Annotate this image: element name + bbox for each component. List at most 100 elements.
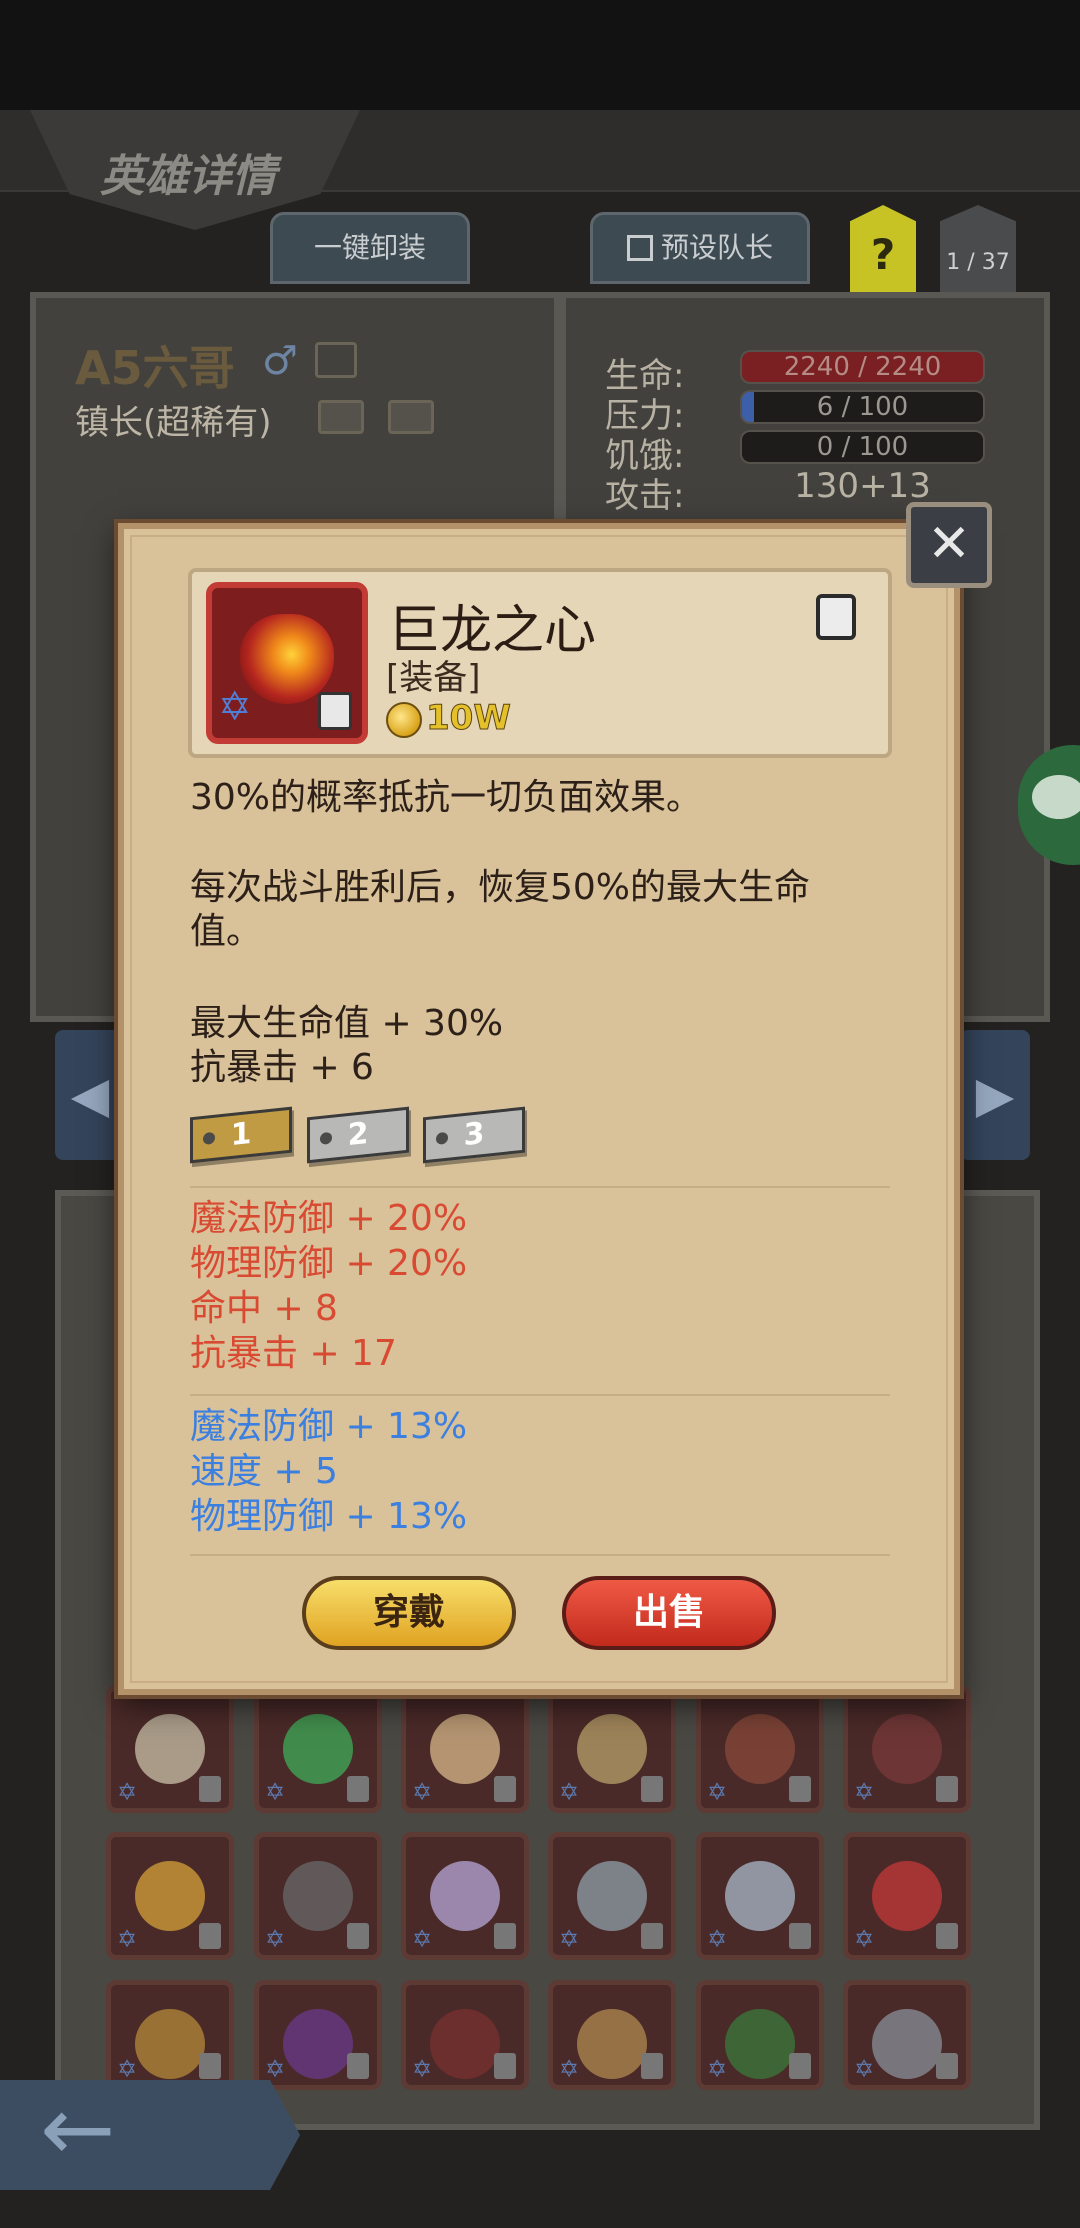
coin-icon bbox=[386, 702, 422, 738]
page-indicator: 1 / 37 bbox=[940, 205, 1016, 295]
back-arrow-icon[interactable]: ← bbox=[0, 2080, 300, 2190]
lock-badge-icon bbox=[494, 1776, 516, 1802]
divider bbox=[190, 1186, 890, 1188]
star-badge-icon: ✡ bbox=[412, 1925, 433, 1953]
inventory-slot[interactable]: ✡ bbox=[106, 1685, 234, 1813]
winged-helm-icon bbox=[135, 1714, 205, 1784]
item-price: 10W bbox=[426, 698, 512, 739]
preset-leader-toggle[interactable]: 预设队长 bbox=[590, 212, 810, 284]
lock-badge-icon bbox=[641, 2053, 663, 2079]
inventory-slot[interactable]: ✡ bbox=[548, 1832, 676, 1960]
attack-value: 130+13 bbox=[794, 466, 931, 506]
star-badge-icon: ✡ bbox=[218, 684, 252, 730]
crown-icon bbox=[577, 1861, 647, 1931]
item-effect-2-cont: 值。 bbox=[190, 911, 263, 952]
inventory-slot[interactable]: ✡ bbox=[696, 1685, 824, 1813]
axe-icon bbox=[872, 1714, 942, 1784]
pressure-bar: 6 / 100 bbox=[740, 390, 985, 424]
edit-name-icon[interactable] bbox=[315, 342, 357, 378]
trait-icon[interactable] bbox=[318, 400, 364, 434]
status-bar bbox=[0, 0, 1080, 110]
blue-stat: 魔法防御 + 13% bbox=[190, 1406, 468, 1447]
red-stat: 物理防御 + 20% bbox=[190, 1243, 468, 1284]
inventory-slot[interactable]: ✡ bbox=[548, 1980, 676, 2090]
male-icon: ♂ bbox=[262, 338, 298, 384]
inventory-slot[interactable]: ✡ bbox=[548, 1685, 676, 1813]
inventory-slot[interactable]: ✡ bbox=[254, 1832, 382, 1960]
prev-hero-arrow-icon[interactable]: ◀ bbox=[55, 1030, 125, 1160]
inventory-slot[interactable]: ✡ bbox=[254, 1685, 382, 1813]
item-effect-2: 每次战斗胜利后，恢复50%的最大生命 bbox=[190, 867, 811, 908]
crystal-cluster-icon bbox=[430, 1861, 500, 1931]
inventory-slot[interactable]: ✡ bbox=[106, 1980, 234, 2090]
wizard-hat-icon bbox=[283, 2009, 353, 2079]
star-badge-icon: ✡ bbox=[559, 1925, 580, 1953]
inventory-slot[interactable]: ✡ bbox=[843, 1685, 971, 1813]
star-badge-icon: ✡ bbox=[412, 2055, 433, 2083]
lock-badge-icon bbox=[347, 1923, 369, 1949]
red-stat: 魔法防御 + 20% bbox=[190, 1198, 468, 1239]
next-hero-arrow-icon[interactable]: ▶ bbox=[960, 1030, 1030, 1160]
inventory-slot[interactable]: ✡ bbox=[696, 1980, 824, 2090]
spiked-armor-icon bbox=[283, 1861, 353, 1931]
belt-icon bbox=[430, 2009, 500, 2079]
eye-ring-icon bbox=[577, 2009, 647, 2079]
lock-badge-icon bbox=[936, 1776, 958, 1802]
base-stat: 最大生命值 + 30% bbox=[190, 1003, 504, 1044]
help-button[interactable]: ? bbox=[850, 205, 916, 295]
dragon-heart-icon: ✡ bbox=[206, 582, 368, 744]
sell-button[interactable]: 出售 bbox=[562, 1576, 776, 1650]
inventory-slot[interactable]: ✡ bbox=[106, 1832, 234, 1960]
inventory-slot[interactable]: ✡ bbox=[401, 1832, 529, 1960]
hero-class: 镇长(超稀有) bbox=[75, 403, 272, 443]
item-effect-1: 30%的概率抵抗一切负面效果。 bbox=[190, 777, 703, 818]
attack-label: 攻击: bbox=[605, 476, 685, 516]
red-stat: 命中 + 8 bbox=[190, 1288, 338, 1329]
star-badge-icon: ✡ bbox=[854, 1925, 875, 1953]
page-title: 英雄详情 bbox=[100, 151, 276, 202]
unequip-all-button[interactable]: 一键卸装 bbox=[270, 212, 470, 284]
inventory-slot[interactable]: ✡ bbox=[843, 1980, 971, 2090]
hero-name: A5六哥 bbox=[75, 341, 235, 395]
lock-badge-icon bbox=[494, 1923, 516, 1949]
dark-helmet-icon bbox=[725, 1714, 795, 1784]
star-badge-icon: ✡ bbox=[117, 1778, 138, 1806]
red-stat: 抗暴击 + 17 bbox=[190, 1333, 397, 1374]
inventory-slot[interactable]: ✡ bbox=[401, 1980, 529, 2090]
preset-leader-label: 预设队长 bbox=[660, 231, 773, 264]
lock-badge-icon bbox=[641, 1776, 663, 1802]
star-badge-icon: ✡ bbox=[265, 1925, 286, 1953]
item-type: [装备] bbox=[386, 658, 481, 698]
lock-badge-icon bbox=[494, 2053, 516, 2079]
lock-badge-icon bbox=[199, 2053, 221, 2079]
lock-badge-icon bbox=[936, 1923, 958, 1949]
star-badge-icon: ✡ bbox=[707, 1778, 728, 1806]
star-badge-icon: ✡ bbox=[559, 2055, 580, 2083]
checkbox-icon[interactable] bbox=[626, 235, 653, 261]
divider bbox=[190, 1554, 890, 1556]
inventory-slot[interactable]: ✡ bbox=[843, 1832, 971, 1960]
lock-badge-icon bbox=[936, 2053, 958, 2079]
divider bbox=[190, 1394, 890, 1396]
lock-icon[interactable] bbox=[816, 594, 856, 640]
lock-badge-icon bbox=[789, 2053, 811, 2079]
hunger-bar: 0 / 100 bbox=[740, 430, 985, 464]
inventory-slot[interactable]: ✡ bbox=[401, 1685, 529, 1813]
star-badge-icon: ✡ bbox=[117, 2055, 138, 2083]
ring-icon bbox=[135, 1861, 205, 1931]
trait-icon[interactable] bbox=[388, 400, 434, 434]
amulet-icon bbox=[872, 1861, 942, 1931]
green-armor-icon bbox=[725, 2009, 795, 2079]
star-badge-icon: ✡ bbox=[707, 1925, 728, 1953]
lock-badge-icon bbox=[789, 1776, 811, 1802]
inventory-slot[interactable]: ✡ bbox=[254, 1980, 382, 2090]
star-badge-icon: ✡ bbox=[412, 1778, 433, 1806]
close-icon[interactable]: ✕ bbox=[906, 502, 992, 588]
hp-bar: 2240 / 2240 bbox=[740, 350, 985, 384]
inventory-slot[interactable]: ✡ bbox=[696, 1832, 824, 1960]
wear-button[interactable]: 穿戴 bbox=[302, 1576, 516, 1650]
base-stat: 抗暴击 + 6 bbox=[190, 1047, 374, 1088]
lock-badge-icon bbox=[318, 692, 352, 730]
star-badge-icon: ✡ bbox=[265, 2055, 286, 2083]
blue-stat: 速度 + 5 bbox=[190, 1451, 338, 1492]
